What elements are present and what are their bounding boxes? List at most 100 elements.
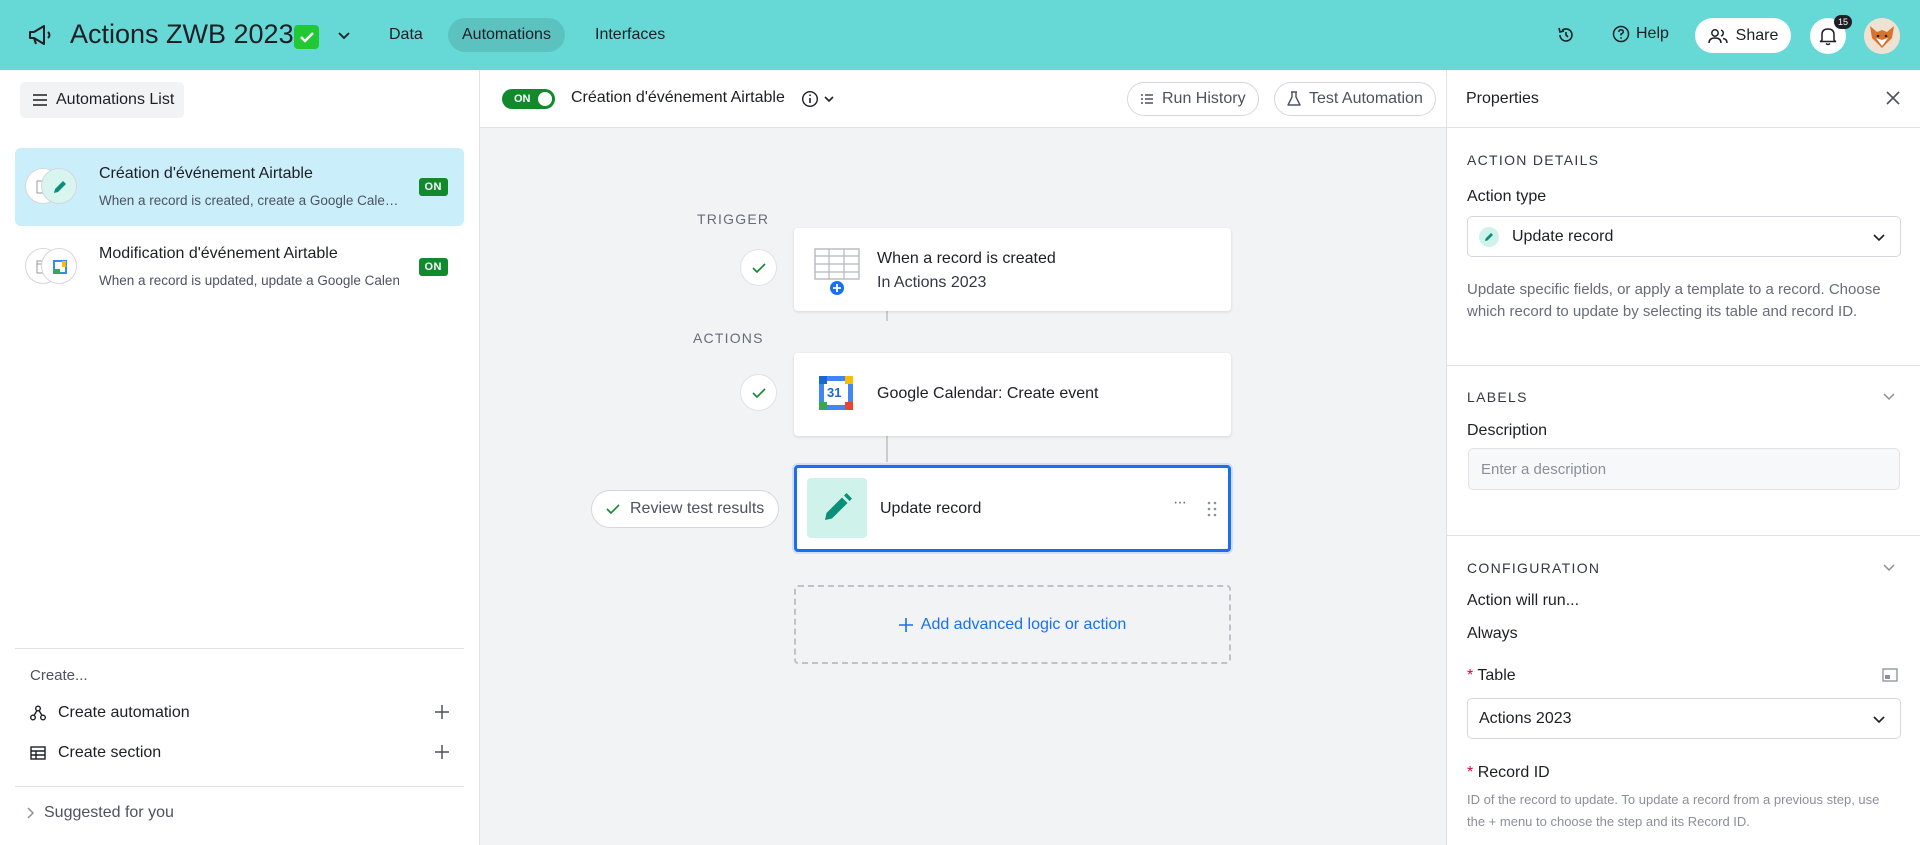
- trigger-step-card[interactable]: When a record is created In Actions 2023: [794, 228, 1231, 311]
- properties-header: Properties: [1447, 70, 1920, 128]
- users-icon: [1707, 28, 1728, 43]
- create-section-label: Create section: [58, 744, 162, 761]
- suggested-for-you[interactable]: Suggested for you: [26, 804, 174, 822]
- pencil-icon: [41, 168, 77, 204]
- toggle-knob: [538, 92, 552, 106]
- calendar-day-number: 31: [827, 385, 842, 400]
- status-badge: ON: [418, 258, 448, 276]
- table-label: * Table: [1467, 667, 1516, 685]
- share-button[interactable]: Share: [1695, 18, 1791, 53]
- status-badge: ON: [418, 178, 448, 196]
- tab-data[interactable]: Data: [375, 18, 437, 52]
- description-input[interactable]: [1468, 448, 1900, 490]
- run-history-label: Run History: [1162, 90, 1246, 107]
- check-icon: [294, 25, 319, 49]
- table-select[interactable]: Actions 2023: [1467, 698, 1901, 739]
- check-icon: [606, 504, 620, 515]
- share-label: Share: [1735, 26, 1779, 44]
- history-icon[interactable]: [1556, 25, 1576, 45]
- sidebar-divider: [15, 786, 464, 787]
- run-condition-value[interactable]: Always: [1467, 625, 1518, 643]
- required-marker: *: [1467, 764, 1474, 781]
- expand-panel-icon[interactable]: [1882, 668, 1898, 682]
- record-id-label: * Record ID: [1467, 764, 1550, 782]
- automation-desc: When a record is updated, update a Googl…: [99, 273, 399, 288]
- action-type-label: Action type: [1467, 188, 1547, 205]
- close-icon[interactable]: [1885, 90, 1901, 106]
- configuration-header[interactable]: CONFIGURATION: [1467, 560, 1600, 576]
- actions-label: ACTIONS: [693, 330, 764, 346]
- properties-title: Properties: [1466, 90, 1539, 107]
- automations-list-button[interactable]: Automations List: [20, 82, 184, 118]
- update-record-step-card[interactable]: Update record ···: [794, 465, 1231, 552]
- chevron-down-icon: [1873, 234, 1885, 242]
- automation-icon: [30, 705, 46, 721]
- record-id-help: ID of the record to update. To update a …: [1467, 792, 1880, 829]
- chevron-down-icon: [824, 96, 834, 103]
- automation-item-creation[interactable]: Création d'événement Airtable When a rec…: [15, 148, 464, 226]
- info-icon: [801, 90, 819, 108]
- review-test-results-button[interactable]: Review test results: [591, 490, 780, 528]
- pencil-icon: [807, 478, 867, 538]
- review-test-results-label: Review test results: [630, 500, 765, 517]
- list-icon: [1141, 94, 1153, 104]
- create-header: Create...: [30, 667, 88, 684]
- fox-avatar-icon: [1864, 18, 1900, 54]
- chevron-down-icon[interactable]: [336, 27, 352, 43]
- automation-canvas: TRIGGER ACTIONS When a record is created…: [480, 128, 1446, 845]
- automation-title[interactable]: Création d'événement Airtable: [571, 89, 785, 107]
- create-section-button[interactable]: Create section: [30, 738, 450, 768]
- test-automation-button[interactable]: Test Automation: [1274, 82, 1436, 116]
- trigger-label: TRIGGER: [697, 211, 770, 227]
- panel-divider: [1447, 535, 1920, 536]
- panel-divider: [1447, 365, 1920, 366]
- action-will-run-label: Action will run...: [1467, 592, 1580, 609]
- automation-item-modification[interactable]: Modification d'événement Airtable When a…: [15, 228, 464, 306]
- add-logic-or-action-button[interactable]: Add advanced logic or action: [794, 585, 1231, 664]
- action-status-check: [740, 374, 777, 411]
- connector-line: [886, 436, 888, 462]
- action-type-select[interactable]: Update record: [1467, 216, 1901, 257]
- calendar-step-title: Google Calendar: Create event: [877, 385, 1099, 402]
- chevron-down-icon[interactable]: [1882, 389, 1896, 403]
- info-dropdown[interactable]: [801, 89, 839, 109]
- base-title[interactable]: Actions ZWB 2023: [70, 19, 294, 50]
- avatar[interactable]: [1864, 18, 1900, 54]
- plus-icon[interactable]: [434, 704, 450, 720]
- google-calendar-icon: 31: [819, 376, 853, 410]
- trigger-step-subtitle: In Actions 2023: [877, 274, 987, 291]
- chevron-right-icon: [27, 807, 34, 819]
- automation-name: Création d'événement Airtable: [99, 165, 313, 182]
- properties-panel: Properties ACTION DETAILS Action type Up…: [1446, 70, 1920, 845]
- automation-toggle[interactable]: ON: [502, 89, 555, 109]
- chevron-down-icon[interactable]: [1882, 560, 1896, 574]
- help-button[interactable]: Help: [1612, 25, 1669, 43]
- check-icon: [751, 262, 766, 273]
- sidebar-divider: [15, 648, 464, 649]
- more-options-icon[interactable]: ···: [1173, 494, 1187, 512]
- action-type-help: Update specific fields, or apply a templ…: [1467, 281, 1881, 320]
- automations-sidebar: Automations List Création d'événement Ai…: [0, 70, 480, 845]
- create-automation-button[interactable]: Create automation: [30, 698, 450, 728]
- chevron-down-icon: [1873, 716, 1885, 724]
- labels-header[interactable]: LABELS: [1467, 389, 1528, 405]
- megaphone-icon[interactable]: [26, 23, 54, 47]
- google-calendar-icon: [41, 248, 77, 284]
- tab-interfaces[interactable]: Interfaces: [581, 18, 679, 52]
- tab-automations[interactable]: Automations: [448, 18, 565, 52]
- run-history-button[interactable]: Run History: [1127, 82, 1259, 116]
- top-bar: Actions ZWB 2023 Data Automations Interf…: [0, 0, 1920, 70]
- pencil-icon: [1479, 227, 1499, 247]
- table-select-value: Actions 2023: [1479, 710, 1572, 727]
- section-icon: [30, 746, 46, 760]
- automations-list-label: Automations List: [56, 91, 175, 108]
- plus-icon: [898, 617, 913, 632]
- update-record-step-title: Update record: [880, 500, 982, 517]
- hamburger-icon: [33, 94, 47, 106]
- drag-handle-icon[interactable]: [1207, 501, 1217, 517]
- google-calendar-step-card[interactable]: 31 Google Calendar: Create event: [794, 353, 1231, 436]
- toggle-label: ON: [514, 93, 531, 105]
- description-label: Description: [1467, 422, 1548, 439]
- plus-icon[interactable]: [434, 744, 450, 760]
- notification-count-badge: 15: [1834, 15, 1852, 29]
